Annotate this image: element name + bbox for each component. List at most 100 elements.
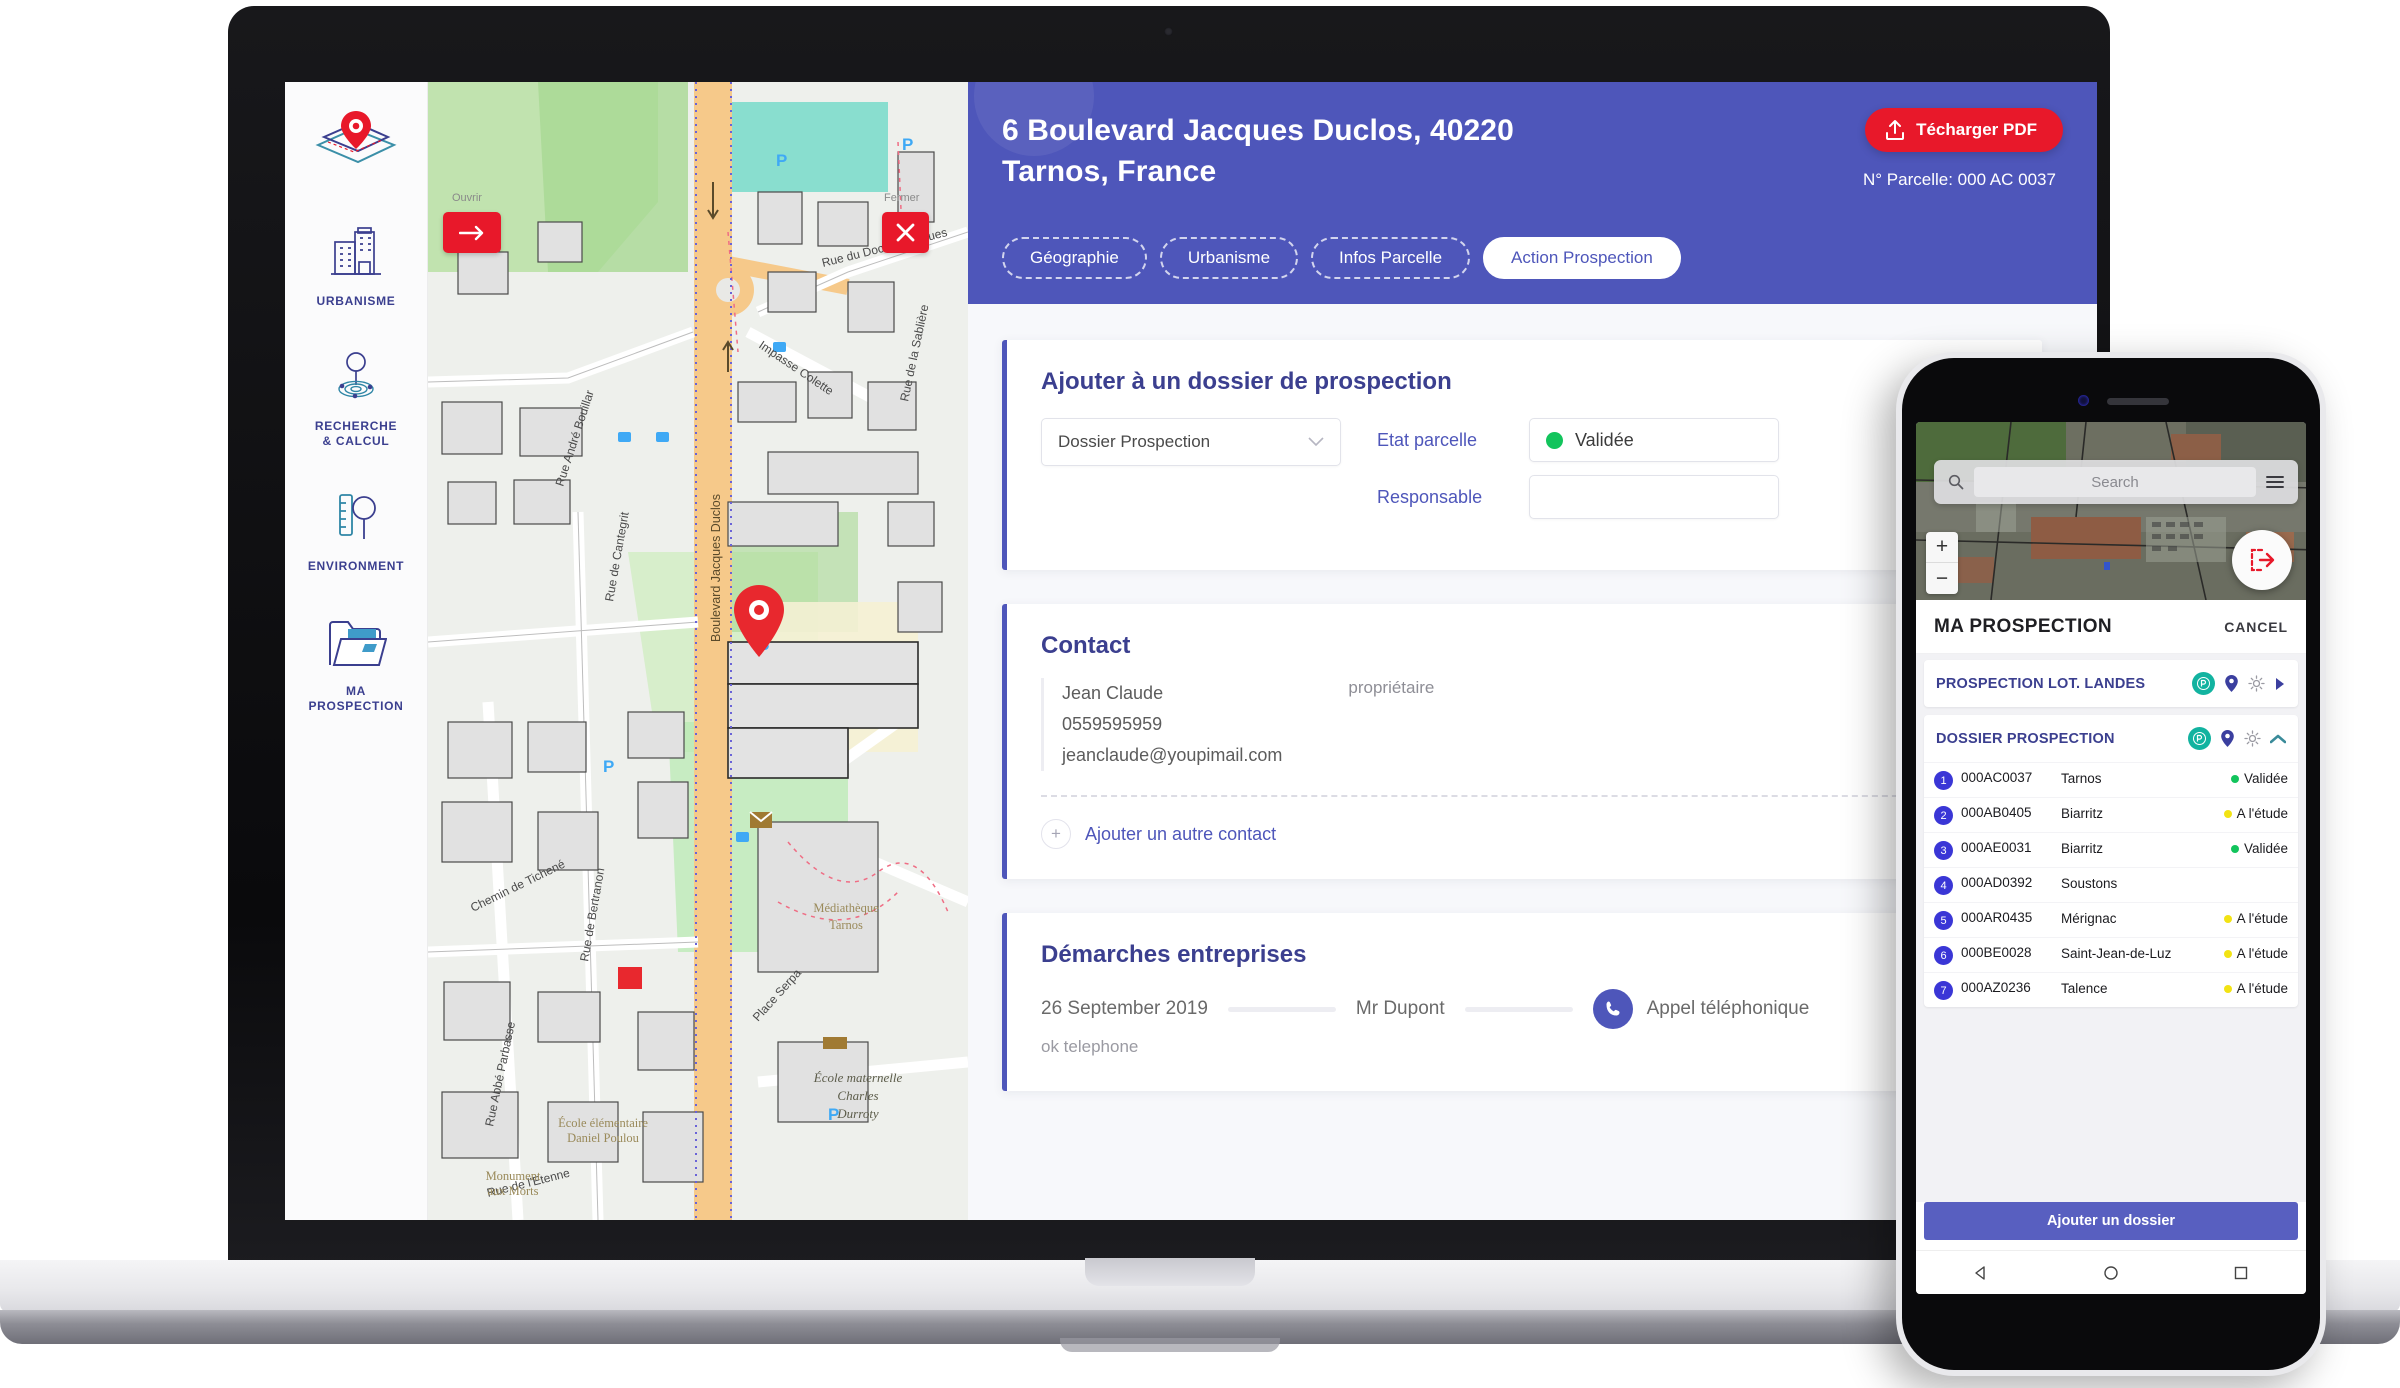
demarches-title: Démarches entreprises xyxy=(1041,941,1307,968)
tab-geographie[interactable]: Géographie xyxy=(1002,237,1147,279)
dossier-select[interactable]: Dossier Prospection xyxy=(1041,418,1341,466)
parcel-row[interactable]: 6 000BE0028 Saint-Jean-de-Luz A l'étude xyxy=(1924,937,2298,972)
phone-title-bar: MA PROSPECTION CANCEL xyxy=(1916,600,2306,654)
recents-square-icon[interactable] xyxy=(2233,1265,2249,1281)
phone-export-fab[interactable] xyxy=(2232,530,2292,590)
parcel-row[interactable]: 1 000AC0037 Tarnos Validée xyxy=(1924,762,2298,797)
etat-parcelle-select[interactable]: Validée xyxy=(1529,418,1779,462)
folder-prospection-lot-landes[interactable]: PROSPECTION LOT. LANDES xyxy=(1924,660,2298,707)
phone-mockup: Search + − MA PROSPECTION CANCEL PROSPEC… xyxy=(1896,352,2326,1376)
parcel-ref: 000AB0405 xyxy=(1961,805,2032,820)
tab-action-prospection[interactable]: Action Prospection xyxy=(1483,237,1681,279)
map-open-tooltip: Ouvrir xyxy=(452,192,482,204)
card-demarches: Démarches entreprises 26 September 2019 … xyxy=(1002,913,2042,1091)
contact-entry: Jean Claude 0559595959 jeanclaude@youpim… xyxy=(1041,678,2008,771)
demarche-row: 26 September 2019 Mr Dupont Appel téléph… xyxy=(1041,989,2008,1029)
folder-actions xyxy=(2188,727,2286,750)
chevron-right-icon[interactable] xyxy=(2274,677,2286,691)
add-dossier-button[interactable]: Ajouter un dossier xyxy=(1924,1202,2298,1240)
map-open-button[interactable] xyxy=(443,212,501,253)
svg-text:P: P xyxy=(776,151,787,170)
card-contact: Contact Jean Claude 0559595959 jeanclaud… xyxy=(1002,604,2042,879)
map-pin-layers-logo-icon xyxy=(314,108,398,168)
search-icon xyxy=(1948,474,1964,490)
phone-screen: Search + − MA PROSPECTION CANCEL PROSPEC… xyxy=(1916,422,2306,1294)
etat-parcelle-row: Etat parcelle Validée xyxy=(1377,418,1779,462)
parcel-ref: 000AD0392 xyxy=(1961,875,2033,890)
parcel-row[interactable]: 5 000AR0435 Mérignac A l'étude xyxy=(1924,902,2298,937)
sidebar-item-ma-prospection[interactable]: MA PROSPECTION xyxy=(285,592,428,732)
parcel-row[interactable]: 2 000AB0405 Biarritz A l'étude xyxy=(1924,797,2298,832)
row-number: 1 xyxy=(1934,771,1953,790)
download-pdf-label: Técharger PDF xyxy=(1916,120,2037,139)
home-circle-icon[interactable] xyxy=(2103,1265,2119,1281)
contact-role: propriétaire xyxy=(1348,678,1435,697)
parcel-status: Validée xyxy=(2230,771,2288,786)
folder-name: DOSSIER PROSPECTION xyxy=(1936,730,2115,747)
p-badge-icon[interactable] xyxy=(2188,727,2211,750)
map-pin-icon[interactable] xyxy=(2224,674,2239,693)
phone-cancel-button[interactable]: CANCEL xyxy=(2224,619,2288,635)
back-triangle-icon[interactable] xyxy=(1973,1265,1989,1281)
phone-search-bar[interactable]: Search xyxy=(1934,460,2298,504)
svg-text:Durroty: Durroty xyxy=(836,1106,879,1121)
parcel-row[interactable]: 4 000AD0392 Soustons xyxy=(1924,867,2298,902)
parcel-city: Talence xyxy=(2061,981,2108,996)
phone-search-input[interactable]: Search xyxy=(1974,467,2256,497)
row-number: 7 xyxy=(1934,981,1953,1000)
arrow-right-icon xyxy=(458,225,483,240)
laptop-foot xyxy=(1085,1258,1255,1286)
p-badge-icon[interactable] xyxy=(2192,672,2215,695)
laptop-camera-icon xyxy=(1164,27,1173,36)
gear-icon[interactable] xyxy=(2244,730,2261,747)
row-number: 3 xyxy=(1934,841,1953,860)
sidebar-item-logo[interactable] xyxy=(285,104,428,202)
tab-infos-parcelle[interactable]: Infos Parcelle xyxy=(1311,237,1471,279)
parcel-row[interactable]: 7 000AZ0236 Talence A l'étude xyxy=(1924,972,2298,1007)
parcel-ref: 000AE0031 xyxy=(1961,840,2032,855)
parcel-status: Validée xyxy=(2230,841,2288,856)
demarche-date: 26 September 2019 xyxy=(1041,998,1208,1019)
sidebar-item-environment[interactable]: ENVIRONMENT xyxy=(285,467,428,592)
phone-zoom-controls[interactable]: + − xyxy=(1926,532,1958,594)
svg-text:Charles: Charles xyxy=(837,1088,878,1103)
status-dot xyxy=(2223,809,2232,818)
svg-text:P: P xyxy=(603,757,614,776)
folder-dossier-prospection[interactable]: DOSSIER PROSPECTION 1 000AC0037 Tarnos V… xyxy=(1924,715,2298,1007)
download-pdf-button[interactable]: Técharger PDF xyxy=(1865,108,2063,152)
tab-urbanisme[interactable]: Urbanisme xyxy=(1159,237,1299,279)
map-pin-icon[interactable] xyxy=(2220,729,2235,748)
page-header: 6 Boulevard Jacques Duclos, 40220 Tarnos… xyxy=(968,82,2097,304)
phone-map[interactable]: Search + − xyxy=(1916,422,2306,600)
sidebar-item-urbanisme[interactable]: URBANISME xyxy=(285,202,428,327)
prospection-title: Ajouter à un dossier de prospection xyxy=(1041,368,1452,395)
phone-folder-list[interactable]: PROSPECTION LOT. LANDES DOSSIER PROSPECT… xyxy=(1916,654,2306,1202)
responsable-input[interactable] xyxy=(1529,475,1779,519)
status-label: A l'étude xyxy=(2236,806,2288,821)
svg-text:École maternelle: École maternelle xyxy=(813,1070,903,1085)
phone-icon xyxy=(1592,989,1633,1029)
laptop-screen: URBANISME RECHERCHE & CALCUL ENVIRONMENT… xyxy=(285,82,2097,1220)
hamburger-icon[interactable] xyxy=(2266,475,2284,489)
parcel-row[interactable]: 3 000AE0031 Biarritz Validée xyxy=(1924,832,2298,867)
map-panel[interactable]: PP PPP Boulevard Jacques Duclo xyxy=(428,82,968,1220)
sidebar-item-label: MA PROSPECTION xyxy=(308,684,404,713)
status-label: Validée xyxy=(2243,841,2288,856)
contact-divider xyxy=(1041,795,2008,797)
plus-icon: + xyxy=(1041,819,1071,849)
ruler-magnifier-icon xyxy=(328,489,384,549)
zoom-out-button[interactable]: − xyxy=(1926,563,1958,594)
responsable-label: Responsable xyxy=(1377,486,1483,507)
status-label: A l'étude xyxy=(2236,911,2288,926)
sidebar-item-recherche-calcul[interactable]: RECHERCHE & CALCUL xyxy=(285,327,428,467)
laptop-notch xyxy=(1060,1338,1280,1352)
folder-icon xyxy=(325,614,387,674)
chevron-up-icon[interactable] xyxy=(2270,733,2286,745)
gear-icon[interactable] xyxy=(2248,675,2265,692)
parcel-status: A l'étude xyxy=(2223,806,2288,821)
row-number: 5 xyxy=(1934,911,1953,930)
zoom-in-button[interactable]: + xyxy=(1926,532,1958,563)
map-close-button[interactable] xyxy=(882,212,929,253)
add-contact-button[interactable]: + Ajouter un autre contact xyxy=(1041,819,2008,849)
svg-text:École élémentaire: École élémentaire xyxy=(558,1116,648,1130)
